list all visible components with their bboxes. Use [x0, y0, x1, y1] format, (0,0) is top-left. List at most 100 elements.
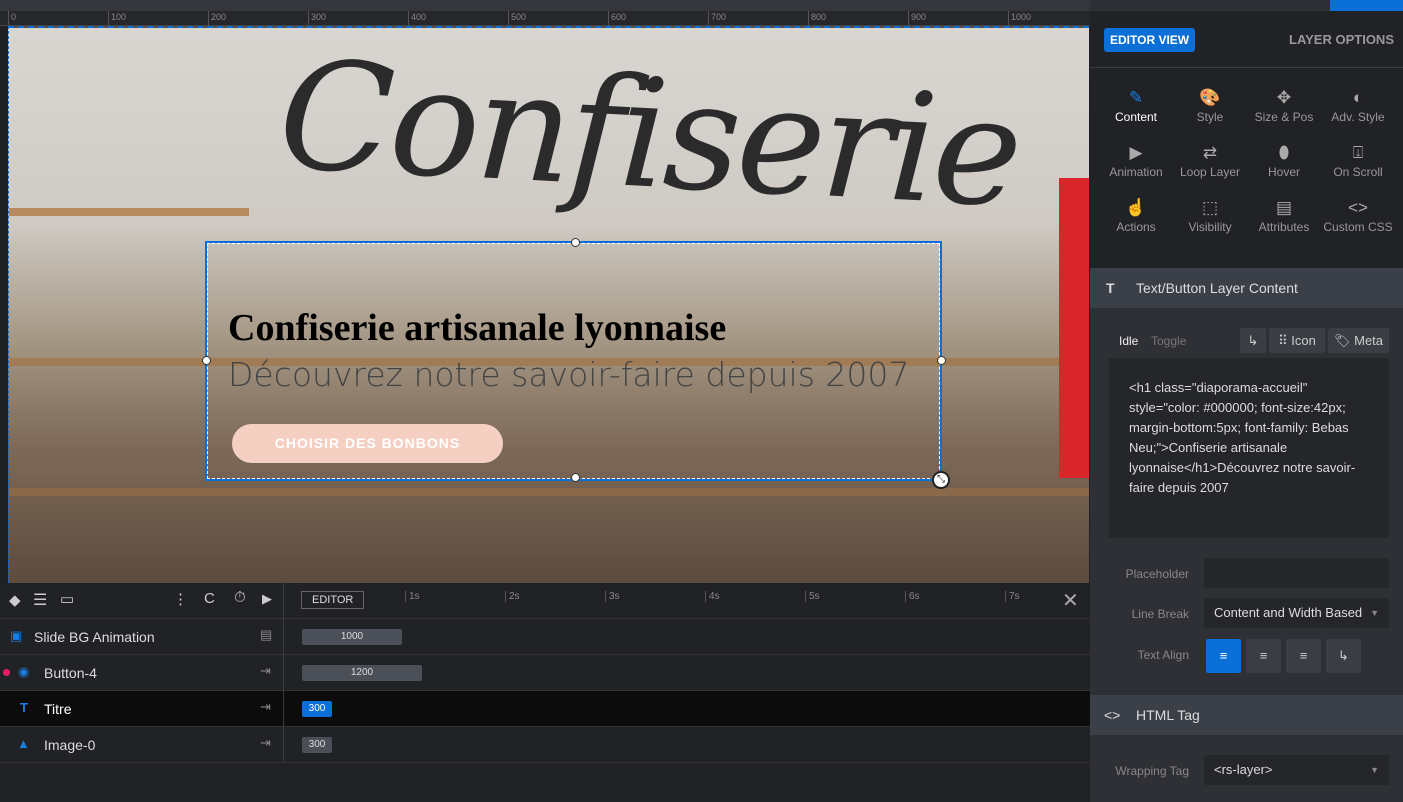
tab-play[interactable]: ▶ Animation	[1097, 143, 1175, 179]
section-header[interactable]: T Text/Button Layer Content	[1090, 268, 1403, 308]
move-icon: ✥	[1276, 88, 1292, 107]
resize-handle[interactable]	[937, 356, 946, 365]
ruler-tick: 200	[208, 11, 226, 26]
icon-label: Icon	[1291, 333, 1316, 348]
tab-label: Hover	[1267, 165, 1300, 179]
editor-view-button[interactable]: EDITOR VIEW	[1104, 28, 1196, 52]
time-tick: 3s	[605, 591, 620, 602]
tab-document[interactable]: ▤ Attributes	[1245, 198, 1323, 234]
resize-handle[interactable]	[571, 238, 580, 247]
line-break-select[interactable]: Content and Width Based ▼	[1204, 598, 1389, 628]
tab-download-box[interactable]: ⍗ On Scroll	[1319, 143, 1397, 179]
document-icon: ▤	[1275, 198, 1293, 217]
grid-icon[interactable]: ⋮	[173, 590, 188, 608]
duration-bar[interactable]: 1000	[302, 629, 402, 645]
ruler-tick: 0	[8, 11, 16, 26]
play-icon: ▶	[1129, 143, 1143, 162]
time-tick: 2s	[505, 591, 520, 602]
tab-label: Attributes	[1258, 220, 1310, 234]
timeline-row[interactable]: ▲ Image-0 ⇥ 300	[0, 727, 1090, 763]
shop-sign: Confiserie	[274, 28, 1023, 242]
tab-label: Content	[1114, 110, 1158, 124]
timeline-row-selected[interactable]: T Titre ⇥ 300	[0, 691, 1090, 727]
touch-icon: ☝	[1125, 198, 1147, 217]
line-break-icon[interactable]: ↳	[1326, 639, 1361, 673]
shelf	[9, 208, 249, 216]
text-icon: T	[20, 700, 28, 715]
tab-label: Custom CSS	[1323, 220, 1393, 234]
text-align-label: Text Align	[1137, 648, 1189, 662]
wrapping-tag-select[interactable]: <rs-layer> ▼	[1204, 755, 1389, 785]
tab-label: Animation	[1109, 165, 1163, 179]
image-icon: ▲	[17, 736, 30, 751]
timeline-row[interactable]: ▣ Slide BG Animation ▤ 1000	[0, 619, 1090, 655]
icon-button[interactable]: ⠿ Icon	[1269, 328, 1325, 353]
palette-icon: 🎨	[1199, 88, 1221, 107]
tab-palette[interactable]: 🎨 Style	[1171, 88, 1249, 124]
tab-label: Size & Pos	[1254, 110, 1314, 124]
ruler-tick: 900	[908, 11, 926, 26]
ruler-tick: 500	[508, 11, 526, 26]
slide-subheading[interactable]: Découvrez notre savoir-faire depuis 2007	[228, 355, 909, 394]
layers-icon[interactable]: ◆	[9, 591, 21, 609]
duration-bar[interactable]: 1200	[302, 665, 422, 681]
resize-handle[interactable]	[571, 473, 580, 482]
text-icon: T	[1106, 280, 1115, 296]
time-tick: 6s	[905, 591, 920, 602]
red-cabinet	[1059, 178, 1089, 478]
align-left-button[interactable]: ≡	[1206, 639, 1241, 673]
button-icon: ◉	[18, 664, 30, 679]
tab-mouse[interactable]: ⬮ Hover	[1245, 143, 1323, 179]
layer-name: Titre	[44, 701, 72, 717]
align-center-button[interactable]: ≡	[1246, 639, 1281, 673]
slide-heading[interactable]: Confiserie artisanale lyonnaise	[228, 306, 726, 350]
wrapping-tag-value: <rs-layer>	[1214, 762, 1273, 777]
tab-pencil[interactable]: ✎ Content	[1097, 88, 1175, 124]
tag-icon: 🏷	[1333, 333, 1355, 348]
tab-idle[interactable]: Idle	[1119, 334, 1138, 348]
ruler-tick: 800	[808, 11, 826, 26]
image-icon: ▣	[10, 628, 23, 643]
duration-bar[interactable]: 300	[302, 701, 332, 717]
tab-image-dashed[interactable]: ⬚ Visibility	[1171, 198, 1249, 234]
layer-options-button[interactable]: LAYER OPTIONS	[1289, 32, 1394, 47]
cta-button[interactable]: CHOISIR DES BONBONS	[232, 424, 503, 463]
tab-touch[interactable]: ☝ Actions	[1097, 198, 1175, 234]
folder-icon[interactable]: ▭	[60, 590, 74, 608]
line-break-icon[interactable]: ↳	[1240, 328, 1266, 353]
top-bar	[0, 0, 1090, 11]
layer-name: Image-0	[44, 737, 96, 753]
tab-contrast[interactable]: ◐ Adv. Style	[1319, 88, 1397, 124]
end-arrow-icon: ⇥	[260, 735, 271, 750]
tab-code[interactable]: <> Custom CSS	[1319, 198, 1397, 234]
stopwatch-icon[interactable]: ⏱	[234, 589, 246, 606]
chevron-down-icon: ▼	[1370, 608, 1379, 618]
content-editor[interactable]: <h1 class="diaporama-accueil" style="col…	[1109, 358, 1389, 538]
horizontal-ruler: 0 100 200 300 400 500 600 700 800 900 1000	[0, 11, 1090, 26]
end-arrow-icon: ⇥	[260, 699, 271, 714]
magnet-icon[interactable]: C	[204, 590, 215, 607]
editor-button[interactable]: EDITOR	[301, 591, 365, 609]
resize-corner-icon[interactable]: ⤡	[932, 471, 950, 489]
end-arrow-icon: ⇥	[260, 663, 271, 678]
meta-button[interactable]: 🏷 Meta	[1328, 328, 1389, 353]
section-title: Text/Button Layer Content	[1136, 280, 1298, 296]
divider	[283, 583, 284, 763]
resize-handle[interactable]	[202, 356, 211, 365]
section-header[interactable]: <> HTML Tag	[1090, 695, 1403, 735]
tab-toggle[interactable]: Toggle	[1151, 334, 1186, 348]
time-tick: 4s	[705, 591, 720, 602]
align-right-button[interactable]: ≡	[1286, 639, 1321, 673]
timeline-row[interactable]: ◉ Button-4 ⇥ 1200	[0, 655, 1090, 691]
placeholder-input[interactable]	[1204, 558, 1389, 588]
list-icon[interactable]: ☰	[33, 590, 47, 610]
duration-bar[interactable]: 300	[302, 737, 332, 753]
close-icon[interactable]: ✕	[1062, 588, 1079, 613]
tab-move[interactable]: ✥ Size & Pos	[1245, 88, 1323, 124]
play-icon[interactable]: ▶	[262, 591, 272, 607]
ruler-tick: 600	[608, 11, 626, 26]
pencil-icon: ✎	[1128, 88, 1144, 107]
tab-repeat[interactable]: ⇄ Loop Layer	[1171, 143, 1249, 179]
repeat-icon: ⇄	[1202, 143, 1218, 162]
mouse-icon: ⬮	[1278, 143, 1290, 162]
